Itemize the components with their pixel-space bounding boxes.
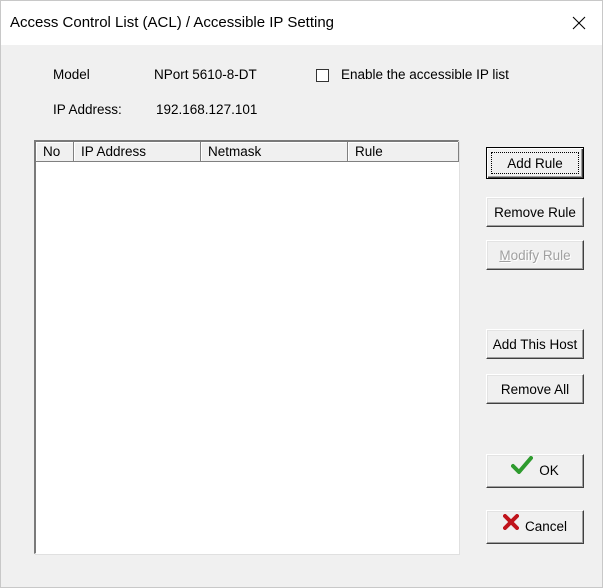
modify-rule-mnemonic: M bbox=[499, 247, 511, 263]
modify-rule-label: odify Rule bbox=[510, 247, 571, 263]
add-this-host-label: Add This Host bbox=[492, 336, 578, 352]
ok-button[interactable]: OK bbox=[486, 454, 584, 488]
cancel-button[interactable]: Cancel bbox=[486, 510, 584, 544]
close-button[interactable] bbox=[556, 1, 602, 45]
modify-rule-button[interactable]: Modify Rule bbox=[486, 240, 584, 270]
window-title: Access Control List (ACL) / Accessible I… bbox=[10, 14, 335, 31]
ip-address-value: 192.168.127.101 bbox=[156, 102, 258, 117]
add-rule-button[interactable]: Add Rule bbox=[486, 147, 584, 179]
ok-label: OK bbox=[539, 463, 559, 479]
column-header-no[interactable]: No bbox=[36, 142, 74, 162]
red-x-icon bbox=[502, 510, 519, 541]
column-header-netmask[interactable]: Netmask bbox=[201, 142, 348, 162]
column-header-rule[interactable]: Rule bbox=[348, 142, 459, 162]
model-value: NPort 5610-8-DT bbox=[154, 67, 257, 82]
title-bar[interactable]: Access Control List (ACL) / Accessible I… bbox=[1, 1, 602, 45]
remove-all-button[interactable]: Remove All bbox=[486, 374, 584, 404]
list-header: No IP Address Netmask Rule bbox=[36, 142, 459, 162]
remove-rule-button[interactable]: Remove Rule bbox=[486, 197, 584, 227]
enable-accessible-ip-checkbox[interactable] bbox=[316, 69, 329, 82]
add-rule-label: Add Rule bbox=[507, 155, 563, 171]
acl-rule-list[interactable]: No IP Address Netmask Rule bbox=[34, 140, 459, 554]
cancel-label: Cancel bbox=[524, 519, 568, 535]
remove-all-label: Remove All bbox=[500, 381, 570, 397]
ip-address-label: IP Address: bbox=[53, 102, 122, 117]
enable-accessible-ip-label[interactable]: Enable the accessible IP list bbox=[341, 67, 509, 82]
green-check-icon bbox=[511, 454, 534, 485]
model-label: Model bbox=[53, 67, 90, 82]
acl-dialog-window: Access Control List (ACL) / Accessible I… bbox=[0, 0, 603, 588]
column-header-ip-address[interactable]: IP Address bbox=[74, 142, 201, 162]
add-this-host-button[interactable]: Add This Host bbox=[486, 329, 584, 359]
close-icon bbox=[572, 16, 586, 30]
remove-rule-label: Remove Rule bbox=[494, 204, 576, 220]
